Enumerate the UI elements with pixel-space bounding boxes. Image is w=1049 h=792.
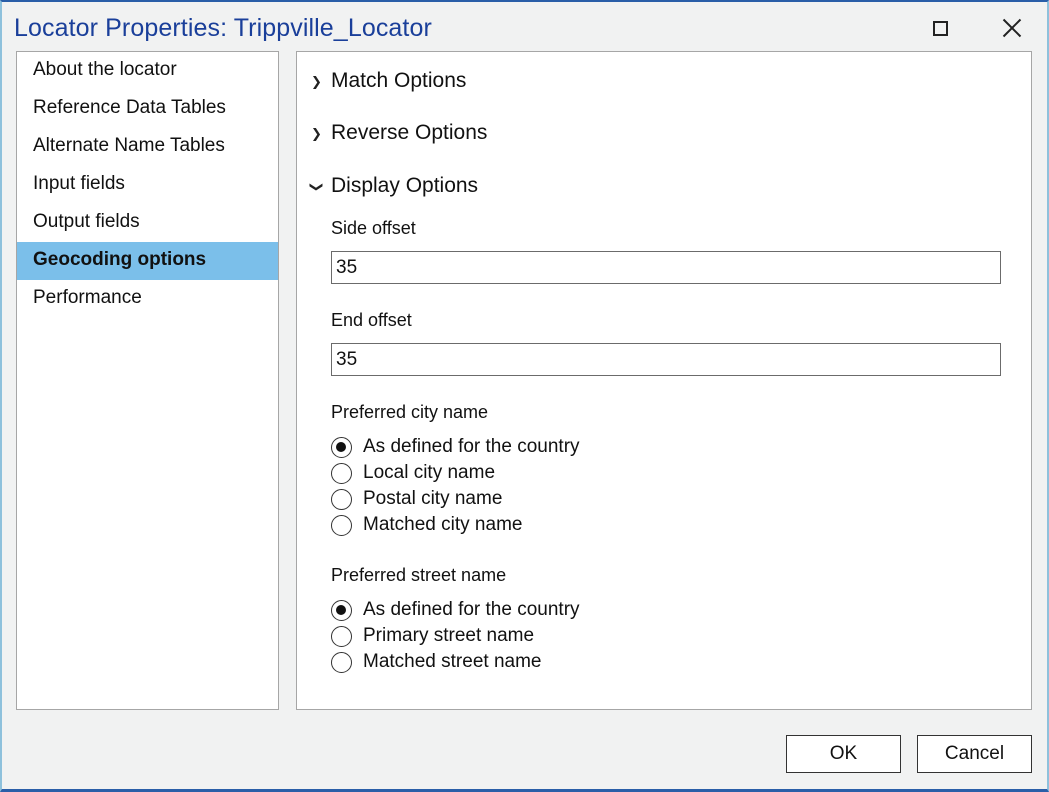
end-offset-label: End offset — [331, 310, 412, 330]
radio-unselected-icon — [331, 651, 352, 673]
display-options-header[interactable]: Display Options — [311, 174, 478, 198]
nav-item-about-the-locator[interactable]: About the locator — [17, 52, 278, 90]
radio-unselected-icon — [331, 462, 352, 484]
side-offset-input[interactable] — [331, 251, 1001, 284]
street-radio-primary[interactable]: Primary street name — [331, 623, 534, 649]
preferred-city-name-label: Preferred city name — [331, 402, 489, 422]
radio-unselected-icon — [331, 625, 352, 647]
cancel-button[interactable]: Cancel — [917, 735, 1032, 773]
city-option-label: Postal city name — [363, 488, 503, 509]
city-radio-local[interactable]: Local city name — [331, 460, 495, 486]
reverse-options-label: Reverse Options — [331, 121, 488, 144]
side-offset-label: Side offset — [331, 218, 416, 238]
street-option-label: As defined for the country — [363, 599, 580, 620]
reverse-options-header[interactable]: Reverse Options — [311, 121, 487, 145]
street-radio-as-defined[interactable]: As defined for the country — [331, 597, 580, 623]
chevron-right-icon — [311, 73, 331, 90]
nav-item-alternate-name-tables[interactable]: Alternate Name Tables — [17, 128, 278, 166]
ok-button[interactable]: OK — [786, 735, 901, 773]
chevron-right-icon — [311, 125, 331, 142]
street-option-label: Primary street name — [363, 625, 535, 646]
street-option-label: Matched street name — [363, 651, 542, 672]
maximize-button[interactable] — [922, 12, 958, 44]
radio-unselected-icon — [331, 514, 352, 536]
city-radio-matched[interactable]: Matched city name — [331, 512, 522, 538]
city-option-label: Local city name — [363, 462, 496, 483]
radio-selected-icon — [331, 599, 352, 621]
city-option-label: As defined for the country — [363, 436, 580, 457]
nav-item-geocoding-options[interactable]: Geocoding options — [17, 242, 278, 280]
chevron-down-icon — [311, 178, 331, 195]
dialog-title: Locator Properties: Trippville_Locator — [14, 14, 432, 42]
nav-item-performance[interactable]: Performance — [17, 280, 278, 318]
match-options-label: Match Options — [331, 69, 467, 92]
nav-item-reference-data-tables[interactable]: Reference Data Tables — [17, 90, 278, 128]
close-button[interactable] — [994, 12, 1030, 44]
display-options-label: Display Options — [331, 174, 479, 197]
radio-unselected-icon — [331, 488, 352, 510]
preferred-street-name-label: Preferred street name — [331, 565, 507, 585]
match-options-header[interactable]: Match Options — [311, 69, 466, 93]
properties-nav-list: About the locator Reference Data Tables … — [16, 51, 279, 710]
maximize-icon — [932, 20, 948, 36]
street-radio-matched[interactable]: Matched street name — [331, 649, 541, 675]
city-radio-as-defined[interactable]: As defined for the country — [331, 434, 580, 460]
end-offset-input[interactable] — [331, 343, 1001, 376]
city-option-label: Matched city name — [363, 514, 523, 535]
close-icon — [1002, 18, 1022, 38]
nav-item-input-fields[interactable]: Input fields — [17, 166, 278, 204]
geocoding-options-panel: Match Options Reverse Options Display Op… — [296, 51, 1032, 710]
city-radio-postal[interactable]: Postal city name — [331, 486, 502, 512]
radio-selected-icon — [331, 436, 352, 458]
nav-item-output-fields[interactable]: Output fields — [17, 204, 278, 242]
